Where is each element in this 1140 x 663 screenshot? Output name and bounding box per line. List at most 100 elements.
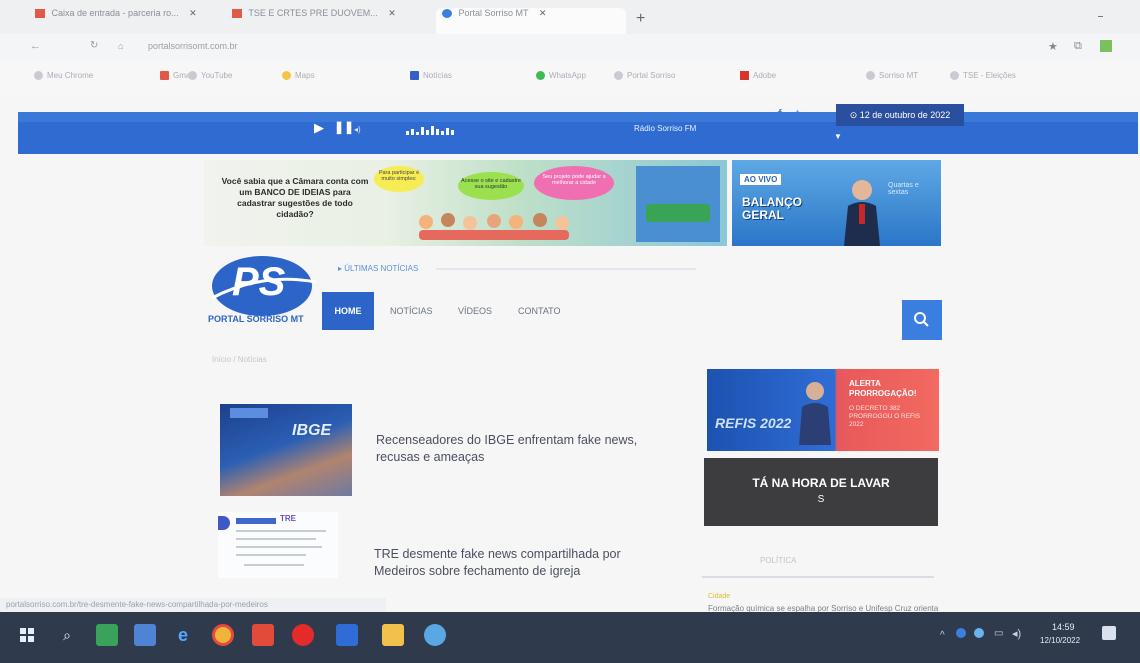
pause-icon[interactable]: ❚❚ bbox=[334, 120, 354, 134]
url-field[interactable]: portalsorrisomt.com.br bbox=[148, 41, 238, 51]
article-title[interactable]: TRE desmente fake news compartilhada por… bbox=[374, 546, 664, 580]
close-icon[interactable]: ✕ bbox=[189, 8, 197, 18]
mail-app-icon[interactable] bbox=[252, 624, 274, 646]
browser-tab-gmail[interactable]: Caixa de entrada - parceria ro... ✕ bbox=[35, 8, 220, 30]
volume-icon[interactable]: ◂) bbox=[1012, 627, 1021, 640]
task-view-icon[interactable] bbox=[134, 624, 156, 646]
star-icon[interactable]: ★ bbox=[1048, 40, 1058, 53]
close-icon[interactable]: ✕ bbox=[388, 8, 396, 18]
refis-banner-ad[interactable]: REFIS 2022 ALERTA PRORROGAÇÃO! O DECRETO… bbox=[707, 369, 939, 451]
volume-icon[interactable]: ◂) bbox=[354, 125, 361, 134]
taskbar-time[interactable]: 14:59 bbox=[1052, 622, 1075, 632]
excel-icon[interactable] bbox=[96, 624, 118, 646]
opera-icon[interactable] bbox=[292, 624, 314, 646]
tre-logo-icon bbox=[218, 516, 230, 530]
bookmark-item[interactable]: TSE - Eleições bbox=[950, 71, 1016, 81]
news-tag[interactable]: Cidade bbox=[708, 593, 730, 600]
breadcrumb[interactable]: Início / Notícias bbox=[212, 355, 267, 364]
tab-label: Caixa de entrada - parceria ro... bbox=[51, 8, 179, 18]
windows-start-icon[interactable] bbox=[16, 624, 38, 646]
browser-tab-active[interactable]: Portal Sorriso MT ✕ bbox=[436, 8, 626, 34]
show-title: BALANÇO GERAL bbox=[742, 195, 802, 222]
taskbar-date[interactable]: 12/10/2022 bbox=[1040, 636, 1080, 645]
search-button[interactable] bbox=[902, 300, 942, 340]
sidebar-divider bbox=[702, 576, 934, 578]
edge-icon[interactable]: e bbox=[172, 624, 194, 646]
play-icon[interactable]: ▶ bbox=[314, 120, 324, 136]
site-icon bbox=[442, 9, 452, 19]
thumb-line bbox=[236, 546, 322, 548]
thumb-line bbox=[236, 530, 326, 532]
presenter-image bbox=[842, 176, 882, 246]
tab-label: TSE E CRTES PRE DUOVEM... bbox=[248, 8, 378, 18]
file-explorer-icon[interactable] bbox=[382, 624, 404, 646]
article-title[interactable]: Recenseadores do IBGE enfrentam fake new… bbox=[376, 432, 666, 466]
ad-right-text: O DECRETO 382 PRORROGOU O REFIS 2022 bbox=[849, 405, 921, 428]
banner-headline: Você sabia que a Câmara conta com um BAN… bbox=[221, 176, 369, 219]
refresh-icon[interactable]: ↻ bbox=[90, 40, 98, 51]
thumb-text: TRE bbox=[280, 514, 296, 523]
equalizer-icon bbox=[406, 126, 454, 135]
station-name: Rádio Sorriso FM bbox=[634, 124, 697, 133]
home-icon[interactable]: ⌂ bbox=[118, 41, 123, 51]
extension-icon[interactable]: ⧉ bbox=[1074, 40, 1082, 53]
nav-home[interactable]: HOME bbox=[322, 292, 374, 330]
chrome-icon[interactable] bbox=[212, 624, 234, 646]
tray-arrow-icon[interactable]: ^ bbox=[940, 630, 945, 641]
search-icon[interactable]: ⌕ bbox=[56, 624, 78, 646]
tray-app-icon[interactable] bbox=[974, 628, 984, 638]
network-icon[interactable]: ▭ bbox=[994, 628, 1003, 639]
windows-taskbar: ⌕ e ^ ▭ ◂) 14:59 12/10/2022 bbox=[0, 612, 1140, 663]
nav-videos[interactable]: VÍDEOS bbox=[458, 292, 492, 330]
ad-right-title: ALERTA PRORROGAÇÃO! bbox=[849, 379, 917, 398]
site-logo[interactable]: PS PORTAL SORRISO MT bbox=[206, 252, 318, 324]
bookmark-item[interactable]: Maps bbox=[282, 71, 315, 81]
bookmark-item[interactable]: YouTube bbox=[188, 71, 232, 81]
banner-button-graphic bbox=[646, 204, 710, 222]
word-icon[interactable] bbox=[336, 624, 358, 646]
thumb-line bbox=[236, 538, 316, 540]
bookmark-item[interactable]: Notícias bbox=[410, 71, 452, 81]
browser-tab-second[interactable]: TSE E CRTES PRE DUOVEM... ✕ bbox=[232, 8, 412, 30]
bookmarks-bar: Meu Chrome Gmail YouTube Maps Notícias W… bbox=[0, 60, 1140, 98]
bookmark-icon bbox=[950, 71, 959, 81]
profile-icon[interactable] bbox=[1100, 40, 1112, 52]
thumb-text: IBGE bbox=[292, 422, 332, 439]
banner-bubble-yellow: Para participar é muito simples: bbox=[374, 166, 424, 192]
close-icon[interactable]: ✕ bbox=[539, 8, 547, 18]
logo-text: PORTAL SORRISO MT bbox=[208, 314, 304, 324]
bookmark-icon bbox=[282, 71, 291, 81]
media-icon[interactable] bbox=[424, 624, 446, 646]
ticker-label: ÚLTIMAS NOTÍCIAS bbox=[344, 264, 419, 273]
bookmark-item[interactable]: Adobe bbox=[740, 71, 776, 81]
audio-visualizer bbox=[406, 122, 462, 135]
article-thumbnail[interactable]: IBGE bbox=[220, 404, 352, 496]
back-icon[interactable]: ← bbox=[30, 40, 41, 52]
search-icon bbox=[914, 312, 929, 327]
bookmark-item[interactable]: Portal Sorriso bbox=[614, 71, 675, 81]
status-url: portalsorriso.com.br/tre-desmente-fake-n… bbox=[0, 598, 386, 612]
minimize-icon[interactable]: ⎯ bbox=[1098, 11, 1103, 22]
bookmark-item[interactable]: Sorriso MT bbox=[866, 71, 918, 81]
lavar-banner-ad[interactable]: TÁ NA HORA DE LAVAR S bbox=[704, 458, 938, 526]
bookmark-icon bbox=[536, 71, 545, 81]
ad2-subtitle: S bbox=[817, 494, 825, 505]
camara-banner-ad[interactable]: Você sabia que a Câmara conta com um BAN… bbox=[204, 160, 727, 246]
tray-app-icon[interactable] bbox=[956, 628, 966, 638]
nav-contato[interactable]: CONTATO bbox=[518, 292, 561, 330]
nav-noticias[interactable]: NOTÍCIAS bbox=[390, 292, 433, 330]
banner-phone-panel bbox=[636, 166, 720, 242]
bookmark-icon bbox=[34, 71, 43, 81]
bookmark-item[interactable]: WhatsApp bbox=[536, 71, 586, 81]
thumb-line bbox=[244, 564, 304, 566]
new-tab-button[interactable]: + bbox=[636, 10, 645, 28]
article-thumbnail[interactable]: TRE bbox=[218, 512, 338, 578]
thumb-badge bbox=[230, 408, 268, 418]
bookmark-item[interactable]: Meu Chrome bbox=[34, 71, 93, 81]
show-subtitle: Quartas e sextas bbox=[888, 182, 919, 196]
chevron-down-icon[interactable]: ▼ bbox=[834, 132, 842, 141]
latest-news-ticker[interactable]: ▸ ÚLTIMAS NOTÍCIAS bbox=[338, 264, 418, 273]
bookmark-icon bbox=[160, 71, 169, 81]
notifications-icon[interactable] bbox=[1102, 626, 1116, 640]
balanco-geral-banner-ad[interactable]: AO VIVO BALANÇO GERAL Quartas e sextas bbox=[732, 160, 941, 246]
